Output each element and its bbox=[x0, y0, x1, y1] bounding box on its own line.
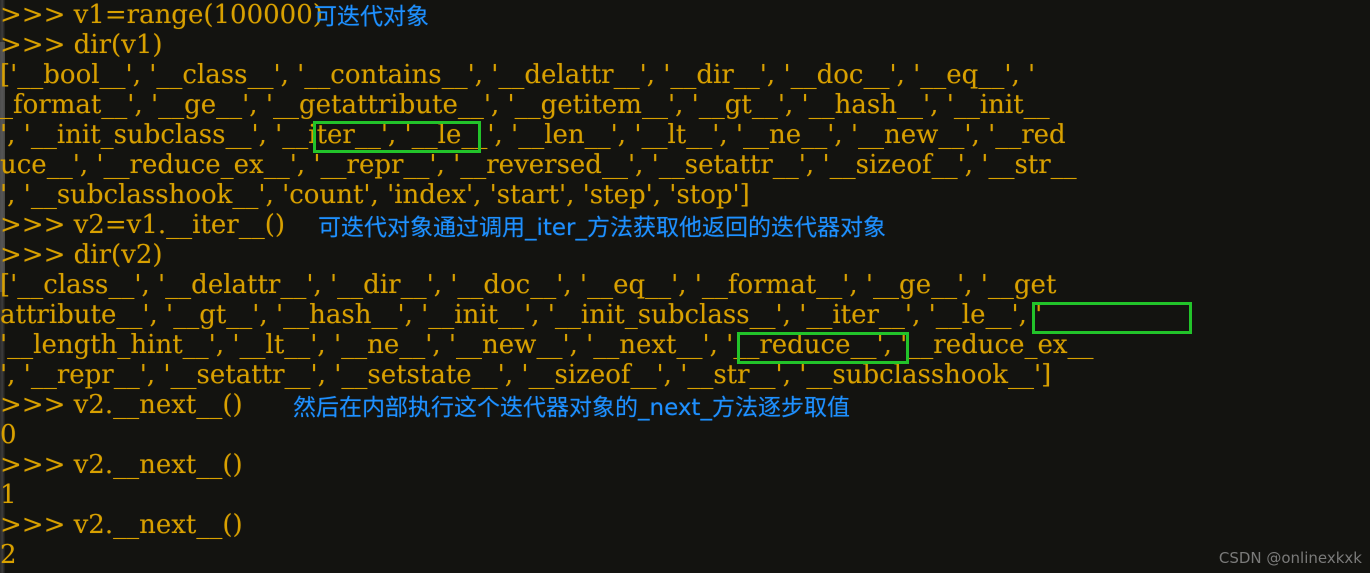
console-line: >>> dir(v1) bbox=[0, 30, 1370, 60]
console-line-text: >>> v1=range(100000) bbox=[0, 0, 323, 30]
console-line-text: ['__class__', '__delattr__', '__dir__', … bbox=[0, 270, 1057, 300]
console-line: uce__', '__reduce_ex__', '__repr__', '__… bbox=[0, 150, 1370, 180]
csdn-watermark: CSDN @onlinexkxk bbox=[1218, 549, 1362, 567]
annotation-next-method: 然后在内部执行这个迭代器对象的_next_方法逐步取值 bbox=[293, 395, 850, 421]
console-line: ['__class__', '__delattr__', '__dir__', … bbox=[0, 270, 1370, 300]
annotation-iter-method: 可迭代对象通过调用_iter_方法获取他返回的迭代器对象 bbox=[318, 215, 887, 241]
console-line: ', '__repr__', '__setattr__', '__setstat… bbox=[0, 360, 1370, 390]
console-line-text: ', '__init_subclass__', '__iter__', '__l… bbox=[0, 120, 1066, 150]
console-line: '__length_hint__', '__lt__', '__ne__', '… bbox=[0, 330, 1370, 360]
console-line-text: >>> v2=v1.__iter__() bbox=[0, 210, 285, 240]
console-line: 0 bbox=[0, 420, 1370, 450]
console-line: ', '__init_subclass__', '__iter__', '__l… bbox=[0, 120, 1370, 150]
console-line-text: >>> v2.__next__() bbox=[0, 390, 243, 420]
console-line: >>> dir(v2) bbox=[0, 240, 1370, 270]
annotation-iterable-object: 可迭代对象 bbox=[314, 4, 429, 30]
console-line-text: uce__', '__reduce_ex__', '__repr__', '__… bbox=[0, 150, 1077, 180]
console-line-text: >>> dir(v1) bbox=[0, 30, 163, 60]
console-line-text: '__length_hint__', '__lt__', '__ne__', '… bbox=[0, 330, 1094, 360]
console-line-text: attribute__', '__gt__', '__hash__', '__i… bbox=[0, 300, 1043, 330]
console-line-text: 0 bbox=[0, 420, 17, 450]
console-line: >>> v1=range(100000) bbox=[0, 0, 1370, 30]
console-line-text: >>> v2.__next__() bbox=[0, 510, 243, 540]
console-line-text: _format__', '__ge__', '__getattribute__'… bbox=[0, 90, 1050, 120]
console-screenshot: >>> v1=range(100000) >>> dir(v1) ['__boo… bbox=[0, 0, 1370, 573]
console-line: >>> v2.__next__() bbox=[0, 450, 1370, 480]
console-line: _format__', '__ge__', '__getattribute__'… bbox=[0, 90, 1370, 120]
console-line-text: ', '__subclasshook__', 'count', 'index',… bbox=[0, 180, 750, 210]
terminal-output: >>> v1=range(100000) >>> dir(v1) ['__boo… bbox=[0, 0, 1370, 573]
console-line-text: 2 bbox=[0, 540, 17, 570]
console-line-text: >>> v2.__next__() bbox=[0, 450, 243, 480]
console-line: ', '__subclasshook__', 'count', 'index',… bbox=[0, 180, 1370, 210]
console-line-text: 1 bbox=[0, 480, 17, 510]
console-line: 2 bbox=[0, 540, 1370, 570]
console-line-text: ', '__repr__', '__setattr__', '__setstat… bbox=[0, 360, 1052, 390]
console-line: attribute__', '__gt__', '__hash__', '__i… bbox=[0, 300, 1370, 330]
console-line: >>> v2.__next__() bbox=[0, 510, 1370, 540]
console-line: ['__bool__', '__class__', '__contains__'… bbox=[0, 60, 1370, 90]
console-line-text: >>> dir(v2) bbox=[0, 240, 163, 270]
console-line: 1 bbox=[0, 480, 1370, 510]
console-line-text: ['__bool__', '__class__', '__contains__'… bbox=[0, 60, 1036, 90]
